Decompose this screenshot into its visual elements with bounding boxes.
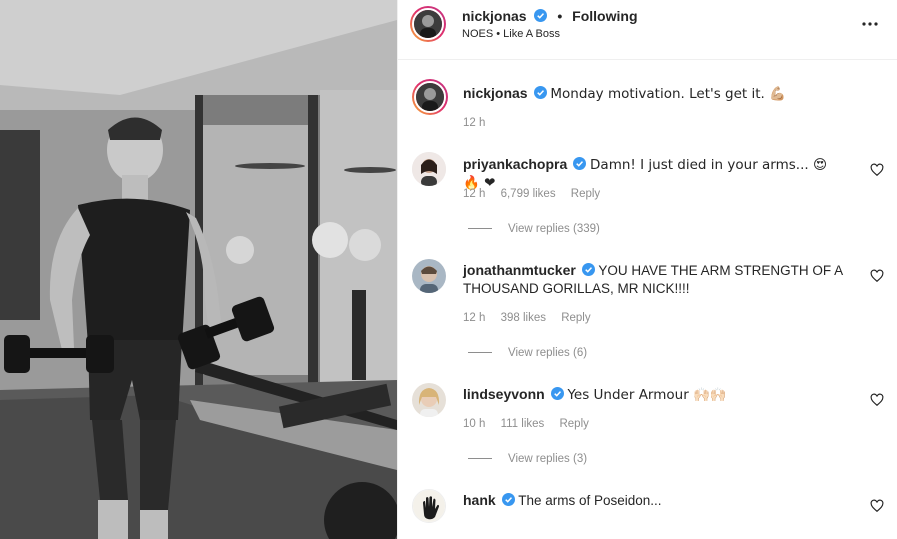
comment-username[interactable]: hank — [463, 492, 496, 508]
header-title-row: nickjonas • Following — [462, 8, 638, 24]
view-replies-label: View replies (339) — [508, 223, 600, 235]
commenter-avatar-image — [412, 152, 446, 186]
replies-divider — [468, 458, 492, 460]
comment-text: The arms of Poseidon... — [518, 493, 662, 508]
heart-outline-icon[interactable] — [870, 269, 884, 283]
post-header: nickjonas • Following NOES • Like A Boss — [398, 0, 897, 60]
reply-button[interactable]: Reply — [561, 312, 590, 324]
comment-time[interactable]: 12 h — [463, 188, 485, 200]
post-details-panel: nickjonas • Following NOES • Like A Boss — [397, 0, 897, 539]
more-options-icon[interactable] — [860, 14, 880, 34]
replies-divider — [468, 228, 492, 230]
comment: priyankachopra Damn! I just died in your… — [463, 155, 843, 192]
audio-label[interactable]: NOES • Like A Boss — [462, 28, 560, 40]
comment: jonathanmtucker YOU HAVE THE ARM STRENGT… — [463, 261, 843, 298]
replies-divider — [468, 352, 492, 354]
comment-username[interactable]: priyankachopra — [463, 156, 567, 172]
caption-username[interactable]: nickjonas — [463, 85, 528, 101]
comment-avatar[interactable] — [412, 489, 446, 523]
caption-avatar-image — [416, 83, 444, 111]
comment-username[interactable]: lindseyvonn — [463, 386, 545, 402]
view-replies-button[interactable]: View replies (6) — [468, 347, 587, 359]
comment-time[interactable]: 12 h — [463, 312, 485, 324]
commenter-avatar-image — [412, 259, 446, 293]
comment: lindseyvonn Yes Under Armour 🙌🏻🙌🏻 — [463, 385, 843, 404]
verified-badge-icon — [533, 86, 547, 99]
comment-avatar[interactable] — [412, 259, 446, 293]
verified-badge-icon — [550, 387, 564, 400]
author-avatar-image — [414, 10, 442, 38]
heart-outline-icon[interactable] — [870, 163, 884, 177]
caption-text: Monday motivation. Let's get it. 💪🏼 — [550, 86, 786, 102]
comment-meta: 12 h 398 likes Reply — [463, 312, 603, 324]
comment-likes[interactable]: 6,799 likes — [501, 188, 556, 200]
verified-badge-icon — [581, 263, 595, 276]
comment-meta: 12 h 6,799 likes Reply — [463, 188, 612, 200]
commenter-avatar-image — [412, 383, 446, 417]
comment-text: Yes Under Armour 🙌🏻🙌🏻 — [567, 387, 727, 403]
comment-meta: 10 h 111 likes Reply — [463, 418, 601, 430]
comment-likes[interactable]: 111 likes — [501, 418, 545, 430]
view-replies-label: View replies (6) — [508, 347, 588, 359]
comments-list[interactable]: nickjonas Monday motivation. Let's get i… — [398, 61, 897, 539]
comment: hank The arms of Poseidon... — [463, 491, 843, 510]
caption-avatar[interactable] — [412, 79, 448, 115]
post-photo[interactable] — [0, 0, 397, 539]
caption-meta: 12 h — [463, 117, 497, 129]
view-replies-button[interactable]: View replies (3) — [468, 453, 587, 465]
author-username[interactable]: nickjonas — [462, 8, 527, 24]
comment-likes[interactable]: 398 likes — [501, 312, 546, 324]
comment-avatar[interactable] — [412, 152, 446, 186]
heart-outline-icon[interactable] — [870, 393, 884, 407]
view-replies-button[interactable]: View replies (339) — [468, 223, 600, 235]
comment-avatar[interactable] — [412, 383, 446, 417]
verified-badge-icon — [573, 157, 587, 170]
reply-button[interactable]: Reply — [559, 418, 588, 430]
comment-time[interactable]: 10 h — [463, 418, 485, 430]
hand-print-avatar-image — [413, 490, 445, 522]
heart-outline-icon[interactable] — [870, 499, 884, 513]
following-button[interactable]: Following — [572, 8, 637, 24]
comment-username[interactable]: jonathanmtucker — [463, 262, 576, 278]
verified-badge-icon — [534, 9, 548, 22]
author-avatar[interactable] — [410, 6, 446, 42]
caption: nickjonas Monday motivation. Let's get i… — [463, 84, 843, 103]
view-replies-label: View replies (3) — [508, 453, 588, 465]
caption-time[interactable]: 12 h — [463, 117, 485, 129]
reply-button[interactable]: Reply — [571, 188, 600, 200]
gym-photo — [0, 0, 397, 539]
verified-badge-icon — [501, 493, 515, 506]
header-separator: • — [557, 8, 563, 24]
